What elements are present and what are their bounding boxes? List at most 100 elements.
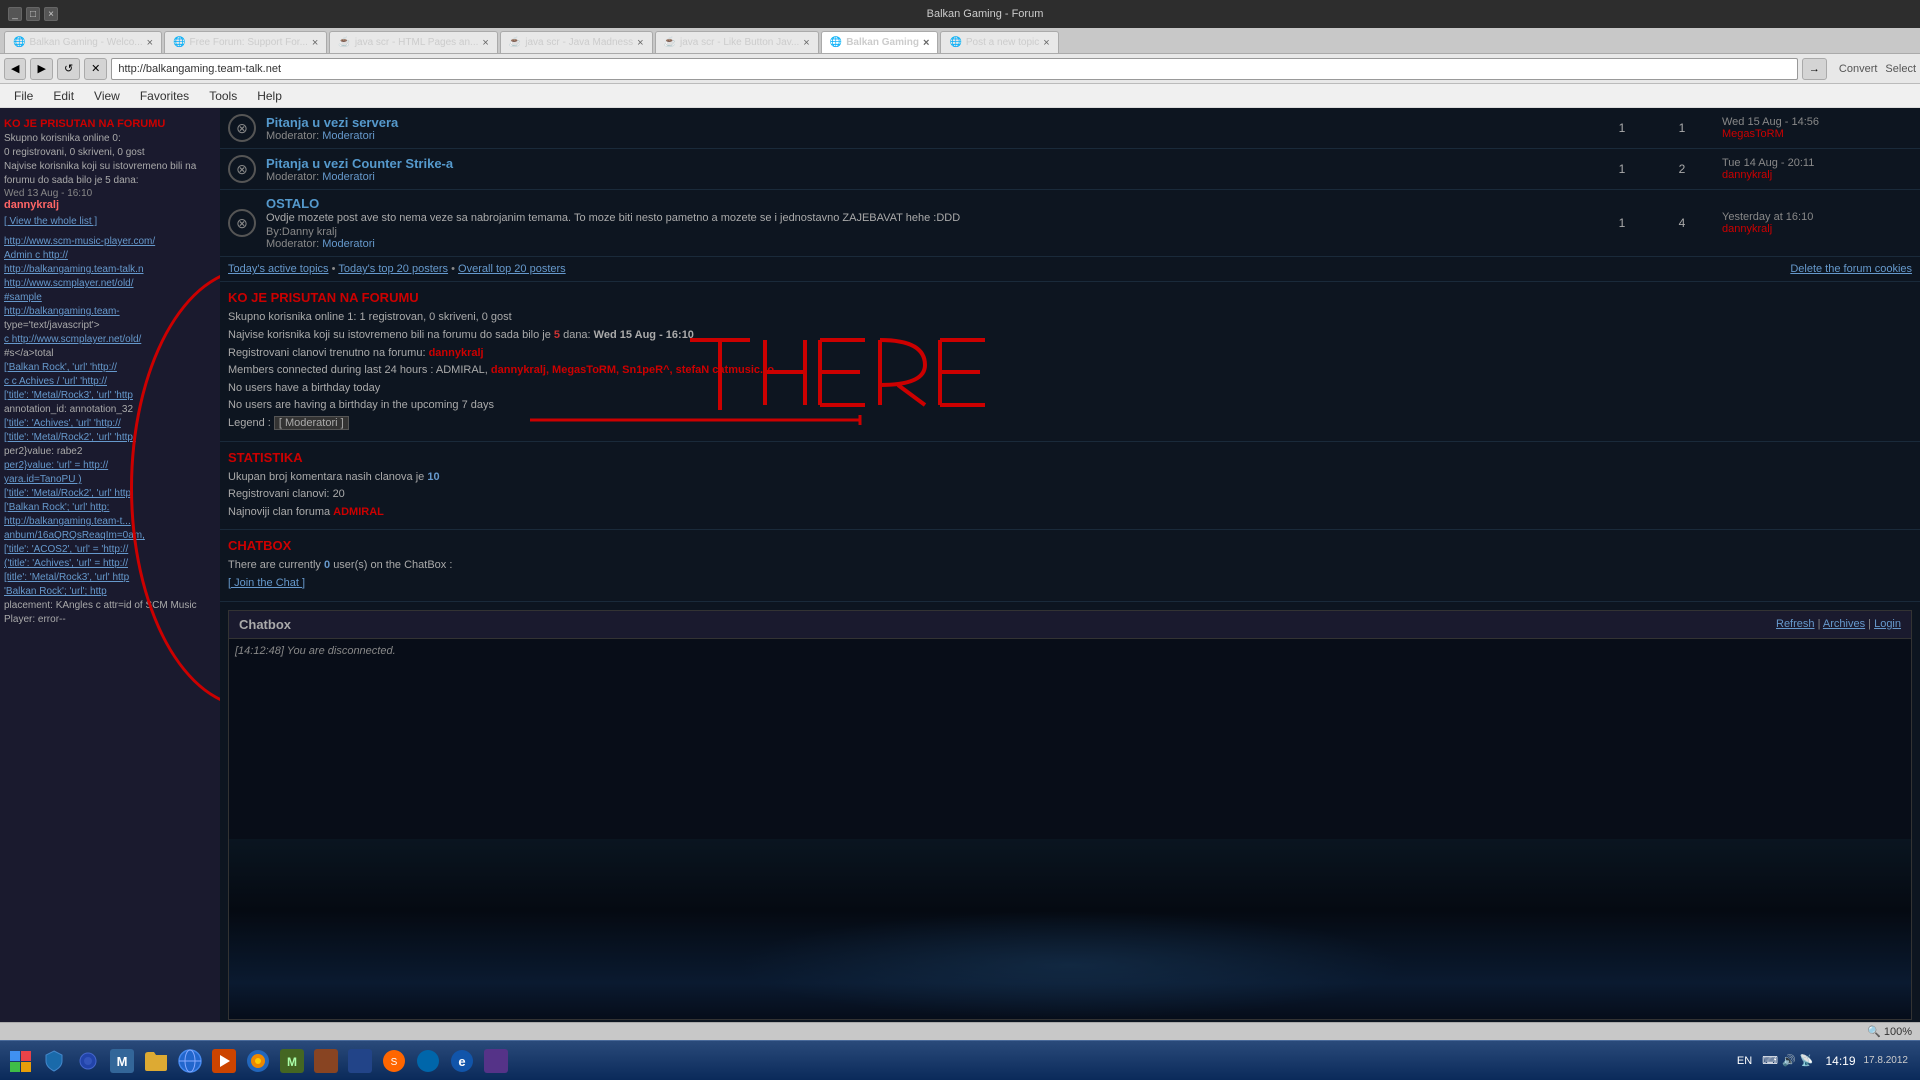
statistics-newest-user[interactable]: ADMIRAL <box>333 506 384 518</box>
sidebar-link-22[interactable]: ['title': 'ACOS2', 'url' = 'http:// <box>4 543 216 557</box>
taskbar-icon-firefox[interactable] <box>242 1045 274 1077</box>
sidebar-link-20[interactable]: http://balkangaming.team-t... <box>4 515 216 529</box>
forum-icon-0: ⊗ <box>228 114 256 142</box>
sidebar-link-5[interactable]: http://balkangaming.team- <box>4 305 216 319</box>
tab-close-1[interactable]: × <box>312 37 318 49</box>
taskbar-icon-ie[interactable]: e <box>446 1045 478 1077</box>
sidebar-link-14[interactable]: ['title': 'Metal/Rock2', 'url' 'http: <box>4 431 216 445</box>
sidebar-link-23[interactable]: ('title': 'Achives', 'url' = http:// <box>4 557 216 571</box>
chatbox-join-btn[interactable]: [ Join the Chat ] <box>228 577 305 589</box>
taskbar-icon-app6[interactable] <box>412 1045 444 1077</box>
maximize-btn[interactable]: □ <box>26 7 40 21</box>
footer-top20-today[interactable]: Today's top 20 posters <box>338 263 448 275</box>
tab-1[interactable]: 🌐 Free Forum: Support For... × <box>164 31 327 53</box>
taskbar-icon-app3[interactable] <box>310 1045 342 1077</box>
sidebar-link-17[interactable]: yara.id=TanoPU ) <box>4 473 216 487</box>
sidebar-link-3[interactable]: http://www.scmplayer.net/old/ <box>4 277 216 291</box>
forum-title-0[interactable]: Pitanja u vezi servera <box>266 115 1592 130</box>
minimize-btn[interactable]: _ <box>8 7 22 21</box>
menu-tools[interactable]: Tools <box>199 87 247 105</box>
sidebar-link-10[interactable]: c c Achives / 'url' 'http:// <box>4 375 216 389</box>
tab-close-0[interactable]: × <box>147 37 153 49</box>
footer-active-topics[interactable]: Today's active topics <box>228 263 329 275</box>
sidebar-link-0[interactable]: http://www.scm-music-player.com/ <box>4 235 216 249</box>
sidebar-link-21[interactable]: anbum/16aQRQsReaqIm=0am, <box>4 529 216 543</box>
tab-5[interactable]: 🌐 Balkan Gaming × <box>821 31 939 53</box>
chatbox-login-link[interactable]: Login <box>1874 618 1901 630</box>
sidebar-link-9[interactable]: ['Balkan Rock', 'url' 'http:// <box>4 361 216 375</box>
taskbar-icon-folder[interactable] <box>140 1045 172 1077</box>
chatbox-refresh-link[interactable]: Refresh <box>1776 618 1815 630</box>
back-button[interactable]: ◀ <box>4 58 26 80</box>
refresh-button[interactable]: ↺ <box>57 58 80 80</box>
menu-view[interactable]: View <box>84 87 130 105</box>
sidebar-link-1[interactable]: Admin c http:// <box>4 249 216 263</box>
tab-close-4[interactable]: × <box>803 37 809 49</box>
chatbox-archives-link[interactable]: Archives <box>1823 618 1865 630</box>
footer-top20-overall[interactable]: Overall top 20 posters <box>458 263 566 275</box>
tab-3[interactable]: ☕ java scr - Java Madness × <box>500 31 653 53</box>
tray-volume-icon[interactable]: 🔊 <box>1782 1054 1796 1067</box>
close-btn[interactable]: × <box>44 7 58 21</box>
taskbar-icon-app4[interactable] <box>344 1045 376 1077</box>
tab-close-6[interactable]: × <box>1043 37 1049 49</box>
sidebar-view-list[interactable]: [ View the whole list ] <box>4 215 216 229</box>
taskbar-icon-browser[interactable] <box>174 1045 206 1077</box>
forum-title-2[interactable]: OSTALO <box>266 196 1592 211</box>
sidebar-link-13[interactable]: ['title': 'Achives', 'url' 'http:// <box>4 417 216 431</box>
chatbox-info-text: There are currently 0 user(s) on the Cha… <box>228 557 1912 575</box>
app3-icon <box>312 1047 340 1075</box>
forum-moderator-link-0[interactable]: Moderatori <box>322 130 375 142</box>
stop-button[interactable]: ✕ <box>84 58 107 80</box>
address-bar[interactable] <box>111 58 1798 80</box>
page-content: KO JE PRISUTAN NA FORUMU Skupno korisnik… <box>0 108 1920 1048</box>
who-online-registered: Registrovani clanovi trenutno na forumu:… <box>228 345 1912 363</box>
select-label[interactable]: Select <box>1885 63 1916 75</box>
svg-text:S: S <box>391 1057 398 1068</box>
tab-2[interactable]: ☕ java scr - HTML Pages an... × <box>329 31 497 53</box>
sidebar-link-11[interactable]: ['title': 'Metal/Rock3', 'url' 'http <box>4 389 216 403</box>
menu-file[interactable]: File <box>4 87 43 105</box>
tab-4[interactable]: ☕ java scr - Like Button Jav... × <box>655 31 819 53</box>
sidebar-link-2[interactable]: http://balkangaming.team-talk.n <box>4 263 216 277</box>
forum-moderator-link-2[interactable]: Moderatori <box>322 238 375 250</box>
tab-close-5[interactable]: × <box>923 37 929 49</box>
forum-last-user-2[interactable]: dannykralj <box>1722 223 1912 235</box>
tab-close-2[interactable]: × <box>482 37 488 49</box>
statistics-members-text: Registrovani clanovi: <box>228 488 330 500</box>
convert-label[interactable]: Convert <box>1839 63 1878 75</box>
taskbar-icon-app5[interactable]: S <box>378 1045 410 1077</box>
sidebar-link-7[interactable]: c http://www.scmplayer.net/old/ <box>4 333 216 347</box>
menu-favorites[interactable]: Favorites <box>130 87 199 105</box>
forum-last-user-1[interactable]: dannykralj <box>1722 169 1912 181</box>
menu-edit[interactable]: Edit <box>43 87 84 105</box>
who-online-reg-user[interactable]: dannykralj <box>429 347 484 359</box>
taskbar-start[interactable] <box>4 1045 36 1077</box>
go-button[interactable]: → <box>1802 58 1827 80</box>
menu-help[interactable]: Help <box>247 87 292 105</box>
sidebar-link-24[interactable]: [title': 'Metal/Rock3', 'url' http <box>4 571 216 585</box>
taskbar-icon-audio[interactable] <box>72 1045 104 1077</box>
taskbar-icon-media[interactable] <box>208 1045 240 1077</box>
taskbar-icon-app1[interactable]: M <box>106 1045 138 1077</box>
tray-network-icon[interactable]: 📡 <box>1800 1054 1814 1067</box>
taskbar-icon-app7[interactable] <box>480 1045 512 1077</box>
tab-close-3[interactable]: × <box>637 37 643 49</box>
tab-0[interactable]: 🌐 Balkan Gaming - Welco... × <box>4 31 162 53</box>
forum-posts-0: 1 <box>1652 121 1712 135</box>
sidebar-link-18[interactable]: ['title': 'Metal/Rock2', 'url' http <box>4 487 216 501</box>
sidebar-link-4[interactable]: #sample <box>4 291 216 305</box>
forum-moderator-link-1[interactable]: Moderatori <box>322 171 375 183</box>
footer-delete-cookies[interactable]: Delete the forum cookies <box>1790 263 1912 275</box>
forum-row-ostalo: ⊗ OSTALO Ovdje mozete post ave sto nema … <box>220 190 1920 257</box>
forward-button[interactable]: ▶ <box>30 58 52 80</box>
taskbar-icon-shield[interactable] <box>38 1045 70 1077</box>
who-online-peak-date: Wed 15 Aug - 16:10 <box>594 329 694 341</box>
sidebar-link-25[interactable]: 'Balkan Rock'; 'url'; http <box>4 585 216 599</box>
sidebar-link-16[interactable]: per2}value: 'url' = http:// <box>4 459 216 473</box>
tab-6[interactable]: 🌐 Post a new topic × <box>940 31 1058 53</box>
forum-last-user-0[interactable]: MegasToRM <box>1722 128 1912 140</box>
sidebar-link-19[interactable]: ['Balkan Rock'; 'url' http: <box>4 501 216 515</box>
taskbar-icon-app2[interactable]: M <box>276 1045 308 1077</box>
forum-title-1[interactable]: Pitanja u vezi Counter Strike-a <box>266 156 1592 171</box>
